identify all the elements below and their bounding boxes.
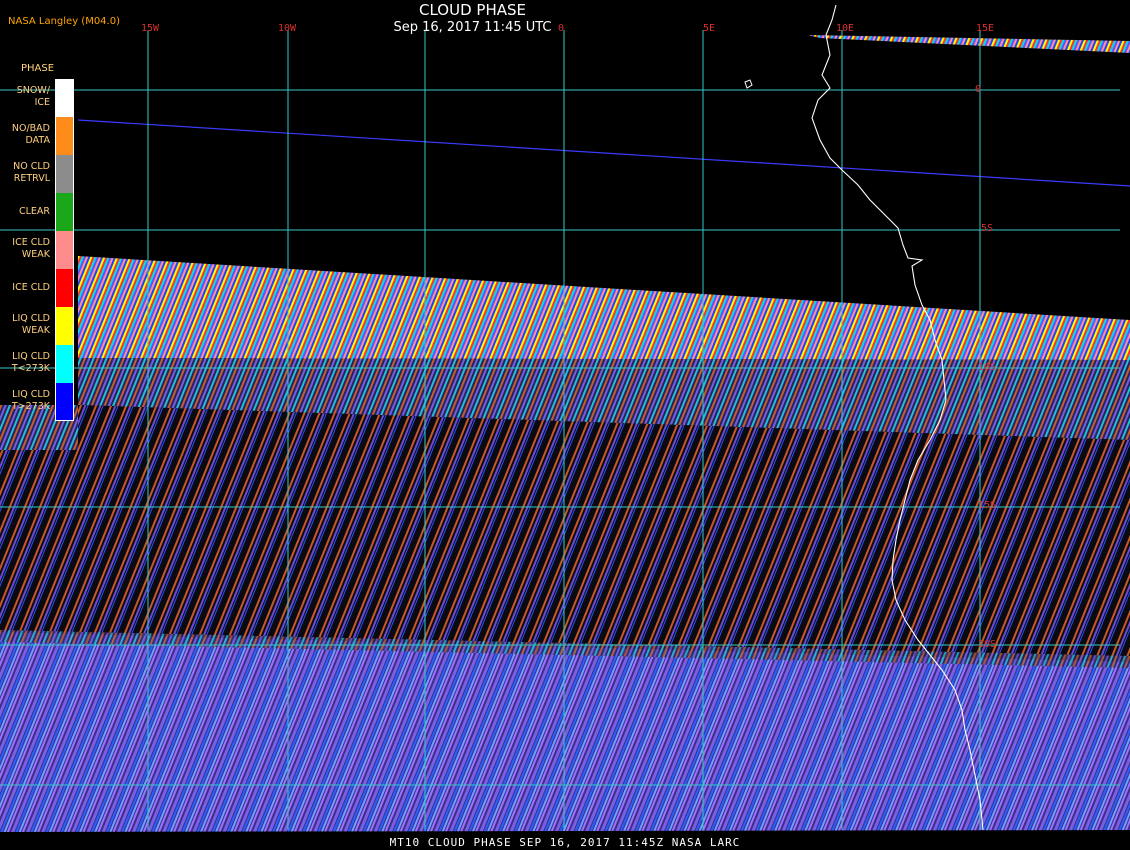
legend-label-no-cld-retrvl: NO CLD RETRVL [13,161,50,184]
legend-label-liq-cld-weak: LIQ CLD WEAK [12,313,50,336]
lat-label-20s: 20S [978,639,997,650]
orbit-line [77,119,1130,187]
lon-label-10e: 10E [836,23,855,34]
legend-label-no-bad-data: NO/BAD DATA [11,123,50,146]
legend-label-liq-cld-t-273k: LIQ CLD T>273K [11,389,50,412]
lon-label-5e: 5E [703,23,716,34]
cloud-phase-map [0,4,1130,850]
legend-label-snow-ice: SNOW/ ICE [16,85,50,108]
map-title: CLOUD PHASE [419,1,526,19]
legend-label-clear: CLEAR [18,206,50,217]
lon-label-0: 0 [558,23,565,34]
legend-label-liq-cld-t-273k: LIQ CLD T<273K [11,351,50,374]
lat-label-0: 0 [975,84,982,95]
legend-label-ice-cld: ICE CLD [12,282,50,293]
legend-frame [55,79,74,421]
lon-label-10w: 10W [278,23,297,34]
lat-label-5s: 5S [981,223,994,234]
lat-label-10s: 10S [978,362,997,373]
legend-title: PHASE [21,63,55,74]
lon-label-15e: 15E [976,23,995,34]
legend-label-ice-cld-weak: ICE CLD WEAK [12,237,50,260]
lat-label-15s: 15S [978,500,997,511]
version-label: NASA Langley (M04.0) [8,16,120,27]
footer-caption: MT10 CLOUD PHASE SEP 16, 2017 11:45Z NAS… [389,836,741,849]
island [744,79,753,89]
lon-label-15w: 15W [141,23,160,34]
